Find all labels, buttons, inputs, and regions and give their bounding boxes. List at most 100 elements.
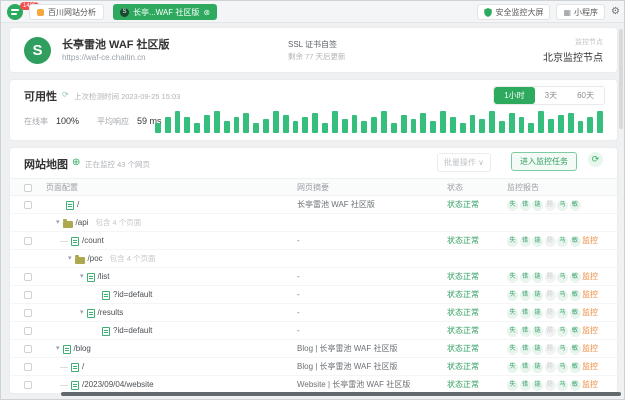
monitor-badge-2[interactable]: 错 [520, 308, 531, 319]
monitor-badge-6[interactable]: 敏 [570, 326, 581, 337]
monitor-badge-6[interactable]: 敏 [570, 290, 581, 301]
monitor-badge-3[interactable]: 链 [532, 200, 543, 211]
monitor-badge-6[interactable]: 敏 [570, 200, 581, 211]
tab-close-icon[interactable]: ⊗ [203, 8, 210, 17]
collapse-icon[interactable]: ▾ [56, 214, 60, 232]
monitor-badge-1[interactable]: 失 [507, 344, 518, 355]
monitor-badge-3[interactable]: 链 [532, 362, 543, 373]
collapse-icon[interactable]: ▾ [68, 250, 72, 268]
monitor-badge-4[interactable]: 防 [545, 380, 556, 391]
range-60d[interactable]: 60天 [567, 87, 604, 104]
monitor-badge-3[interactable]: 链 [532, 380, 543, 391]
table-row[interactable]: ?id=default - 状态正常 失错链防马敏 监控 [10, 286, 617, 304]
range-1h[interactable]: 1小时 [494, 87, 534, 104]
monitor-badge-5[interactable]: 马 [557, 344, 568, 355]
monitor-badge-5[interactable]: 马 [557, 236, 568, 247]
monitor-badge-1[interactable]: 失 [507, 272, 518, 283]
monitor-badges[interactable]: 失错链防马敏 [507, 362, 581, 373]
site-url[interactable]: https://waf-ce.chaitin.cn [62, 53, 146, 62]
sitemap-refresh-icon[interactable]: ⟳ [588, 152, 603, 167]
table-row[interactable]: ?id=default - 状态正常 失错链防马敏 监控 [10, 322, 617, 340]
row-checkbox[interactable] [24, 201, 32, 209]
monitor-badges[interactable]: 失错链防马敏 [507, 380, 581, 391]
tab-baichuan[interactable]: 百川网站分析 [29, 4, 104, 20]
monitor-badge-2[interactable]: 错 [520, 236, 531, 247]
table-row-folder[interactable]: ▾/poc包含 4 个页面 [10, 250, 617, 268]
monitor-badge-5[interactable]: 马 [557, 326, 568, 337]
monitor-badge-4[interactable]: 防 [545, 344, 556, 355]
row-checkbox[interactable] [24, 381, 32, 389]
monitor-badge-1[interactable]: 失 [507, 362, 518, 373]
tab-waf-active[interactable]: S 长亭...WAF 社区版 ⊗ [113, 4, 217, 20]
extra-link[interactable]: 监控 [582, 358, 598, 376]
security-screen-button[interactable]: 安全监控大屏 [477, 4, 550, 20]
monitor-badges[interactable]: 失错链防马敏 [507, 236, 581, 247]
monitor-badges[interactable]: 失错链防马敏 [507, 326, 581, 337]
monitor-badge-6[interactable]: 敏 [570, 362, 581, 373]
monitor-badge-2[interactable]: 错 [520, 362, 531, 373]
monitor-badge-2[interactable]: 错 [520, 380, 531, 391]
collapse-icon[interactable]: ▾ [56, 340, 60, 358]
monitor-badge-6[interactable]: 敏 [570, 272, 581, 283]
extra-link[interactable]: 监控 [582, 268, 598, 286]
table-row[interactable]: /count - 状态正常 失错链防马敏 监控 [10, 232, 617, 250]
row-checkbox[interactable] [24, 345, 32, 353]
monitor-badge-1[interactable]: 失 [507, 290, 518, 301]
monitor-badge-4[interactable]: 防 [545, 326, 556, 337]
extra-link[interactable]: 监控 [582, 304, 598, 322]
monitor-badges[interactable]: 失错链防马敏 [507, 272, 581, 283]
row-checkbox[interactable] [24, 327, 32, 335]
monitor-badge-3[interactable]: 链 [532, 344, 543, 355]
monitor-badge-4[interactable]: 防 [545, 308, 556, 319]
row-checkbox[interactable] [24, 291, 32, 299]
extra-link[interactable]: 监控 [582, 232, 598, 250]
monitor-badges[interactable]: 失错链防马敏 [507, 200, 581, 211]
monitor-badge-2[interactable]: 错 [520, 290, 531, 301]
row-checkbox[interactable] [24, 309, 32, 317]
collapse-icon[interactable]: ▾ [80, 304, 84, 322]
extra-link[interactable]: 监控 [582, 286, 598, 304]
monitor-badge-1[interactable]: 失 [507, 308, 518, 319]
mini-program-button[interactable]: ▦ 小程序 [556, 4, 605, 20]
monitor-node-value[interactable]: 北京监控节点 [543, 49, 603, 64]
monitor-badge-5[interactable]: 马 [557, 308, 568, 319]
monitor-badge-2[interactable]: 错 [520, 326, 531, 337]
monitor-badge-5[interactable]: 马 [557, 362, 568, 373]
monitor-badge-3[interactable]: 链 [532, 272, 543, 283]
monitor-badge-1[interactable]: 失 [507, 326, 518, 337]
settings-gear-icon[interactable]: ⚙ [611, 4, 620, 20]
vertical-scrollbar-thumb[interactable] [619, 29, 623, 129]
monitor-badge-5[interactable]: 马 [557, 200, 568, 211]
row-checkbox[interactable] [24, 363, 32, 371]
monitor-badge-5[interactable]: 马 [557, 290, 568, 301]
monitor-badge-6[interactable]: 敏 [570, 344, 581, 355]
monitor-badge-1[interactable]: 失 [507, 236, 518, 247]
monitor-badges[interactable]: 失错链防马敏 [507, 290, 581, 301]
table-row[interactable]: ▾/list - 状态正常 失错链防马敏 监控 [10, 268, 617, 286]
table-row[interactable]: ▾/results - 状态正常 失错链防马敏 监控 [10, 304, 617, 322]
horizontal-scrollbar-thumb[interactable] [61, 392, 621, 396]
table-row-folder[interactable]: ▾/api包含 4 个页面 [10, 214, 617, 232]
monitor-badge-4[interactable]: 防 [545, 362, 556, 373]
monitor-badge-4[interactable]: 防 [545, 290, 556, 301]
range-3d[interactable]: 3天 [535, 87, 567, 104]
table-row[interactable]: ▾/blog Blog | 长亭雷池 WAF 社区版 状态正常 失错链防马敏 监… [10, 340, 617, 358]
collapse-icon[interactable]: ▾ [80, 268, 84, 286]
table-row[interactable]: / 长亭雷池 WAF 社区版 状态正常 失错链防马敏 [10, 196, 617, 214]
monitor-badge-2[interactable]: 错 [520, 344, 531, 355]
batch-actions-dropdown[interactable]: 批量操作 ∨ [437, 153, 491, 172]
monitor-badges[interactable]: 失错链防马敏 [507, 308, 581, 319]
monitor-badge-4[interactable]: 防 [545, 236, 556, 247]
monitor-badge-5[interactable]: 马 [557, 380, 568, 391]
table-row[interactable]: / Blog | 长亭雷池 WAF 社区版 状态正常 失错链防马敏 监控 [10, 358, 617, 376]
row-checkbox[interactable] [24, 237, 32, 245]
monitor-badge-3[interactable]: 链 [532, 308, 543, 319]
monitor-badge-2[interactable]: 错 [520, 272, 531, 283]
monitor-badge-6[interactable]: 敏 [570, 380, 581, 391]
monitor-badge-4[interactable]: 防 [545, 272, 556, 283]
monitor-badge-6[interactable]: 敏 [570, 236, 581, 247]
select-all-checkbox[interactable] [24, 184, 32, 192]
monitor-badge-2[interactable]: 错 [520, 200, 531, 211]
refresh-icon[interactable]: ⟳ [62, 90, 69, 99]
monitor-badge-3[interactable]: 链 [532, 326, 543, 337]
